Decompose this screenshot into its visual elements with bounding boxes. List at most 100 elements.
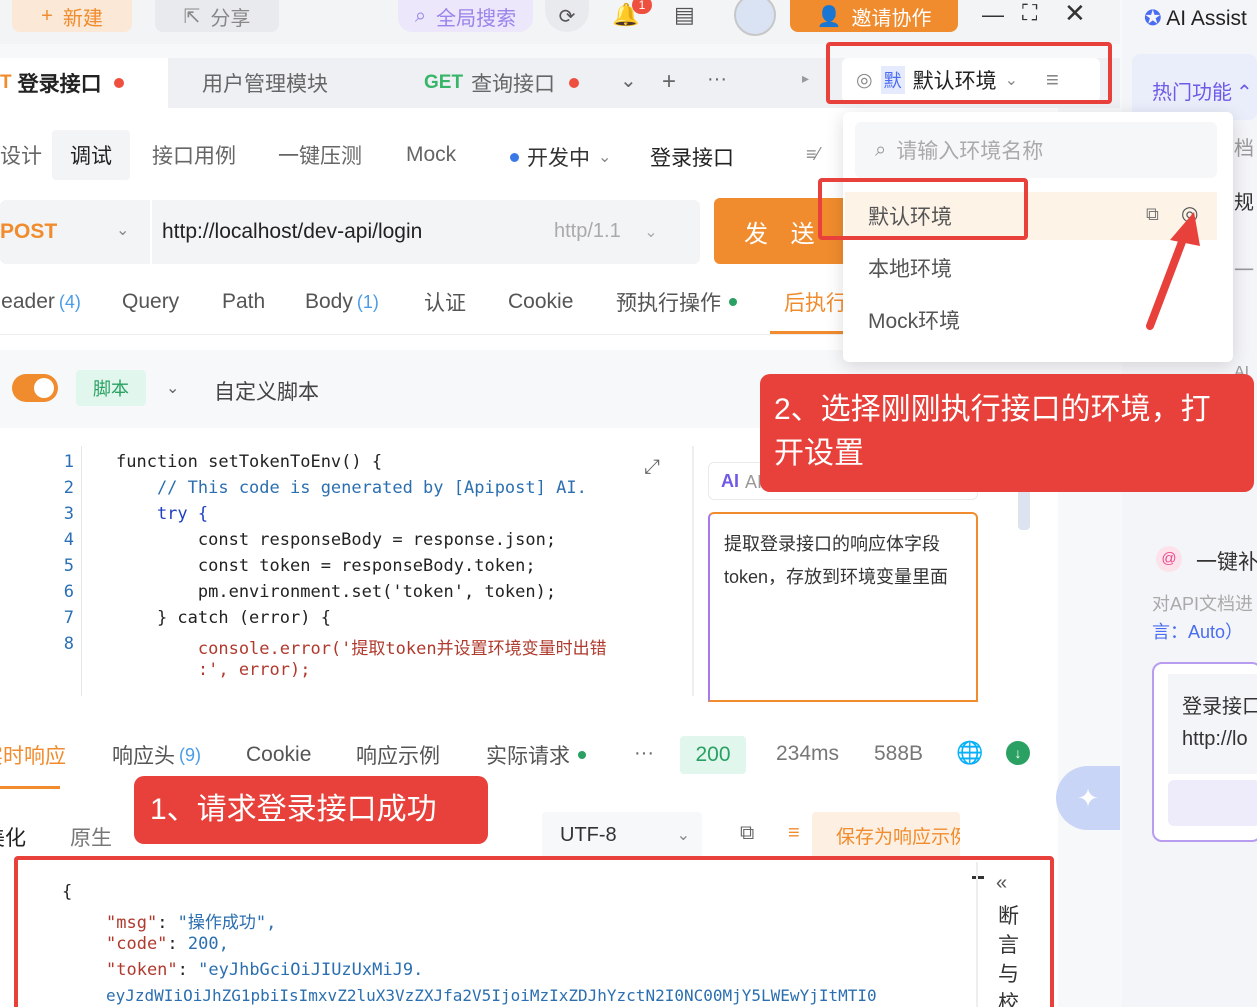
tab-login[interactable]: T 登录接口 [0, 58, 168, 108]
req-tab-post-script[interactable]: 后执行操作 [784, 282, 844, 322]
subtab-debug[interactable]: 调试 [52, 130, 130, 180]
status-select[interactable]: 开发中 ⌄ [510, 142, 611, 172]
sidebar-card-button[interactable] [1168, 780, 1257, 826]
highlight-env-selector [826, 42, 1112, 104]
tab-user-module[interactable]: 用户管理模块 [202, 58, 328, 108]
sidebar-card-body [1168, 674, 1257, 774]
response-size: 588B [874, 742, 924, 765]
req-tab-path[interactable]: Path [222, 282, 265, 322]
url-input[interactable]: http://localhost/dev-api/login [162, 220, 422, 244]
sidebar-fragment: 档 [1234, 138, 1254, 160]
document-icon[interactable]: ▤ [674, 2, 695, 28]
subtab-mock[interactable]: Mock [388, 130, 474, 180]
env-search-placeholder: 请输入环境名称 [896, 140, 1044, 163]
share-label: 分享 [210, 7, 251, 30]
format-icon[interactable]: ≡⁄ [806, 144, 820, 165]
ai-logo-icon: ✪ [1144, 7, 1162, 30]
more-icon[interactable]: ··· [634, 742, 654, 765]
subtab-design[interactable]: 设计 [0, 130, 60, 180]
invite-button[interactable]: 👤 邀请协作 [790, 0, 958, 32]
at-icon: @ [1156, 546, 1182, 572]
sidebar-lang: 言：Auto） [1152, 622, 1244, 642]
script-type-tag[interactable]: 脚本 [76, 370, 146, 406]
subtab-test-cases[interactable]: 接口用例 [134, 130, 254, 180]
env-search-input[interactable]: ⌕ 请输入环境名称 [855, 122, 1217, 178]
api-name[interactable]: 登录接口 [650, 142, 734, 172]
tab-query-label: 查询接口 [471, 73, 556, 96]
chevron-down-icon: ⌄ [676, 827, 691, 844]
assistant-float-icon[interactable]: ✦ [1056, 766, 1120, 830]
code-line: } catch (error) { [116, 608, 331, 628]
resp-tab-actual-request[interactable]: 实际请求 [486, 736, 586, 774]
globe-icon[interactable]: 🌐 [956, 740, 983, 766]
tab-user-module-label: 用户管理模块 [202, 73, 328, 96]
ai-assistant-title: ✪ AI Assist [1144, 7, 1247, 30]
method-label: POST [0, 220, 58, 243]
encoding-select[interactable]: UTF-8 ⌄ [542, 812, 702, 858]
resp-tab-cookie[interactable]: Cookie [246, 736, 311, 774]
chevron-right-icon[interactable]: ▸ [802, 70, 809, 87]
resp-tab-headers[interactable]: 响应头 (9) [112, 736, 201, 774]
code-line: console.error('提取token并设置环境变量时出错 [116, 639, 607, 659]
tab-query[interactable]: GET 查询接口 [424, 58, 580, 108]
maximize-icon[interactable]: ⛶ [1022, 0, 1037, 26]
status-code-badge: 200 [680, 736, 746, 774]
global-search-button[interactable]: ⌕ 全局搜索 [398, 0, 533, 32]
sidebar-card-url: http://lo [1182, 728, 1248, 750]
new-button[interactable]: + 新建 [12, 0, 132, 32]
req-tab-auth[interactable]: 认证 [424, 282, 466, 322]
unsaved-dot [113, 78, 124, 88]
save-as-example-button[interactable]: 保存为响应示例 [812, 812, 960, 858]
resp-tab-realtime[interactable]: 实时响应 [0, 736, 66, 774]
annotation-arrow [1146, 212, 1200, 330]
req-tab-cookie[interactable]: Cookie [508, 282, 573, 322]
method-select[interactable]: POST [0, 220, 57, 244]
new-label: 新建 [62, 7, 103, 30]
view-tab-raw[interactable]: 原生 [70, 822, 112, 852]
search-icon: ⌕ [414, 4, 427, 27]
chevron-up-icon: ⌃ [1236, 82, 1253, 104]
resp-tab-examples[interactable]: 响应示例 [356, 736, 440, 774]
add-tab-icon[interactable]: + [662, 68, 676, 96]
subtab-load-test[interactable]: 一键压测 [260, 130, 380, 180]
req-tab-pre-script[interactable]: 预执行操作 [616, 282, 737, 322]
expand-icon[interactable]: ⤢ [644, 456, 660, 479]
close-icon[interactable]: ✕ [1064, 0, 1086, 29]
code-editor[interactable]: 1 2 3 4 5 6 7 8 function setTokenToEnv()… [16, 446, 682, 696]
copy-icon[interactable]: ⧉ [740, 822, 754, 845]
view-tab-pretty[interactable]: 美化 [0, 822, 26, 852]
search-icon: ⌕ [875, 138, 887, 161]
download-icon[interactable]: ↓ [1006, 741, 1030, 765]
req-tab-query[interactable]: Query [122, 282, 179, 322]
more-icon[interactable]: ··· [707, 68, 727, 91]
unsaved-dot [569, 78, 580, 88]
highlight-response-body [14, 856, 1054, 1007]
protocol-select[interactable]: http/1.1 ⌄ [554, 220, 658, 243]
oneclick-label[interactable]: 一键补 [1196, 546, 1257, 576]
share-icon: ⇱ [183, 5, 201, 28]
invite-label: 邀请协作 [851, 7, 932, 30]
minimize-icon[interactable]: — [982, 2, 1004, 28]
hot-features-toggle[interactable]: 热门功能 ⌃ [1152, 76, 1253, 105]
ai-prompt-card[interactable]: 提取登录接口的响应体字段token，存放到环境变量里面 [708, 512, 978, 702]
divider [692, 446, 694, 696]
req-tab-header[interactable]: Header(4) [0, 282, 81, 322]
code-line: pm.environment.set('token', token); [116, 582, 557, 602]
chevron-down-icon: ⌄ [644, 224, 658, 241]
active-dot [578, 751, 586, 759]
sidebar-desc: 对API文档进 [1152, 594, 1254, 614]
script-toggle[interactable] [12, 374, 58, 402]
tab-login-label: 登录接口 [17, 73, 102, 96]
active-dot [729, 298, 737, 306]
chevron-down-icon[interactable]: ⌄ [166, 378, 179, 398]
highlight-default-env [818, 178, 1028, 240]
chevron-down-icon[interactable]: ⌄ [620, 68, 637, 93]
env-item-local[interactable]: 本地环境 [868, 248, 952, 288]
share-button[interactable]: ⇱ 分享 [155, 0, 279, 32]
req-tab-body[interactable]: Body (1) [305, 282, 379, 322]
env-item-mock[interactable]: Mock环境 [868, 300, 960, 340]
save-icon[interactable]: ≡ [788, 822, 800, 845]
ai-icon: AI [721, 470, 739, 491]
code-line: const responseBody = response.json; [116, 530, 557, 550]
response-time: 234ms [776, 742, 840, 765]
